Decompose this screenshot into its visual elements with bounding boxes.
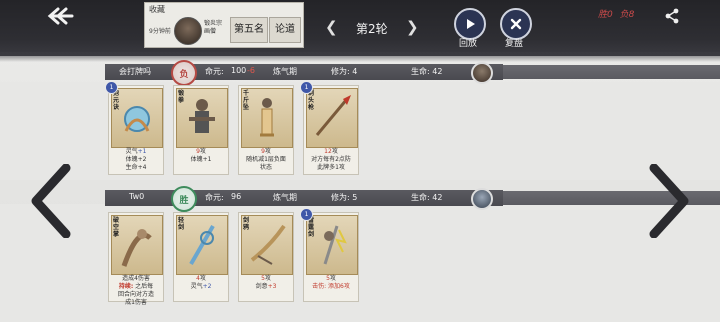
card-title: 轻剑: [178, 217, 185, 231]
card-desc-line: 回合向对方造: [117, 291, 154, 298]
back-arrow-icon[interactable]: [44, 6, 74, 26]
card-level-badge: 1: [300, 81, 313, 94]
time-ago: 9分钟前: [149, 28, 171, 35]
player1-info-strip: 会打牌吗 命元: 100 -6 炼气期 修为: 4 生命: 42: [105, 64, 503, 80]
card-desc-line: 随机减1层负面: [246, 156, 286, 163]
card-description: 9攻 体魄+1: [176, 148, 226, 164]
player1-mingyuan-value: 100: [231, 66, 247, 75]
player2-mingyuan-label: 命元:: [205, 193, 224, 202]
player1-result-seal: 负: [171, 60, 197, 86]
card-desc-line: 5攻: [326, 275, 336, 282]
prev-round-icon[interactable]: ❮: [325, 18, 338, 36]
player1-stage: 炼气期: [273, 67, 297, 76]
rank-badge: 第五名: [230, 17, 268, 43]
player2-mingyuan-value: 96: [231, 192, 242, 201]
card-title: 锻拳: [178, 90, 185, 104]
player2-info-strip: Tw0 命元: 96 炼气期 修为: 5 生命: 42: [105, 190, 503, 206]
player1-name: 会打牌吗: [119, 67, 151, 76]
favorite-label: 收藏: [149, 5, 165, 14]
next-round-icon[interactable]: ❯: [406, 18, 419, 36]
card-desc-line: 生命+4: [125, 164, 147, 171]
opponent-avatar: [174, 17, 202, 45]
card-description: 造成4伤害 持续: 之后每 回合向对方造 成1伤害: [111, 275, 161, 307]
card-desc-line: 9攻: [196, 148, 206, 155]
review-label: 复盘: [504, 39, 523, 49]
card-level-badge: 1: [105, 81, 118, 94]
card[interactable]: 抱元诀 1 灵气+1 体魄+2 生命+4: [105, 81, 164, 175]
card-description: 12攻 对方每有2点防 此牌多1攻: [306, 148, 356, 172]
player2-stage: 炼气期: [273, 193, 297, 202]
card-description: 5攻 剑意+3: [241, 275, 291, 291]
score-win: 胜0: [598, 10, 613, 20]
card-desc-line: 灵气+1: [125, 148, 147, 155]
card-desc-line: 此牌多1攻: [317, 164, 345, 171]
card-desc-line: 状态: [259, 164, 272, 171]
card[interactable]: 破空掌造成4伤害 持续: 之后每 回合向对方造 成1伤害: [108, 212, 164, 306]
match-info-card[interactable]: 收藏 9分钟前 锻炎宗 画僧 第五名 论道: [144, 2, 304, 48]
opponent-name: 锻炎宗 画僧: [204, 20, 223, 35]
player2-avatar: [471, 188, 493, 210]
card-desc-line: 成1伤害: [125, 299, 147, 306]
card[interactable]: 雷霆剑 1 5攻 击伤: 添加6攻: [300, 208, 359, 302]
game-screen: 收藏 9分钟前 锻炎宗 画僧 第五名 论道 ❮ 第2轮 ❯ 回放 复盘 胜0 负…: [0, 0, 720, 322]
player2-result-seal: 胜: [171, 186, 197, 212]
score-lose: 负8: [619, 10, 635, 20]
player1-hp: 生命: 42: [411, 67, 443, 76]
card-title: 破空掌: [113, 217, 120, 238]
card[interactable]: 轻剑 4攻 灵气+2: [173, 212, 229, 302]
player2-cultivation: 修为: 5: [331, 193, 358, 202]
card-desc-line: 5攻: [261, 275, 271, 282]
card[interactable]: 剑鸦 5攻 剑意+3: [238, 212, 294, 302]
card-desc-line: 持续: 之后每: [118, 283, 154, 290]
card-desc-line: 灵气+2: [190, 283, 212, 290]
round-label: 第2轮: [356, 22, 388, 36]
card[interactable]: 锻拳 9攻 体魄+1: [173, 85, 229, 175]
player1-cultivation: 修为: 4: [331, 67, 358, 76]
share-icon[interactable]: [664, 8, 680, 24]
card-level-badge: 1: [300, 208, 313, 221]
card-description: 灵气+1 体魄+2 生命+4: [111, 148, 161, 172]
discuss-button[interactable]: 论道: [269, 17, 301, 43]
card-description: 9攻 随机减1层负面 状态: [241, 148, 291, 172]
card-desc-line: 剑意+3: [255, 283, 277, 290]
player1-mingyuan-delta: -6: [247, 66, 255, 75]
card-desc-line: 9攻: [261, 148, 271, 155]
close-icon: [510, 18, 522, 30]
replay-label: 回放: [458, 39, 477, 49]
prev-player-arrow-icon[interactable]: [28, 163, 72, 242]
card-title: 剑鸦: [243, 217, 250, 231]
card-desc-line: 造成4伤害: [122, 275, 150, 282]
player2-hp: 生命: 42: [411, 193, 443, 202]
card-desc-line: 体魄+1: [190, 156, 212, 163]
player1-mingyuan-label: 命元:: [205, 67, 224, 76]
card-desc-line: 对方每有2点防: [311, 156, 351, 163]
next-player-arrow-icon[interactable]: [648, 163, 692, 242]
card-title: 千斤坠: [243, 90, 250, 111]
card-description: 5攻 击伤: 添加6攻: [306, 275, 356, 291]
card[interactable]: 千斤坠 9攻 随机减1层负面 状态: [238, 85, 294, 175]
card-description: 4攻 灵气+2: [176, 275, 226, 291]
card[interactable]: 剃头枪 1 12攻 对方每有2点防 此牌多1攻: [300, 81, 359, 175]
card-desc-line: 击伤: 添加6攻: [312, 283, 350, 290]
card-desc-line: 4攻: [196, 275, 206, 282]
card-desc-line: 12攻: [324, 148, 338, 155]
play-icon: [467, 19, 475, 29]
player1-strip-tail: [503, 65, 720, 79]
player2-name: Tw0: [129, 192, 145, 201]
score-display: 胜0 负8: [598, 7, 634, 20]
card-desc-line: 体魄+2: [125, 156, 147, 163]
player1-avatar: [471, 62, 493, 84]
